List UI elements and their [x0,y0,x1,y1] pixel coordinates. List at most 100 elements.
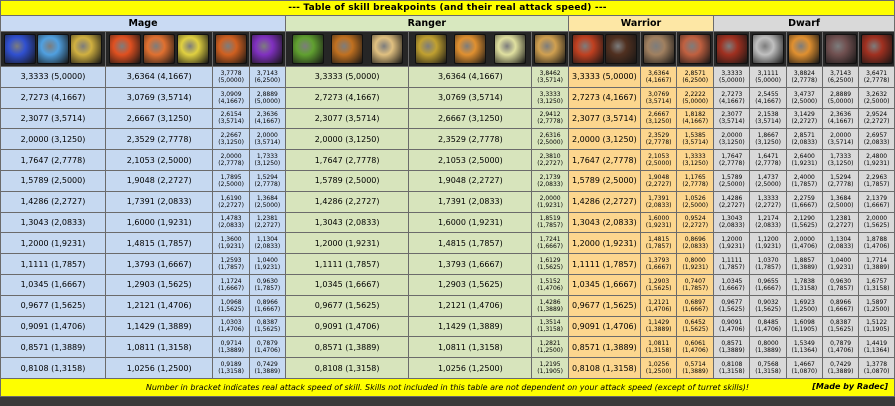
table-row: 1,0345 (1,6667) 1,2903 (1,5625) 1,1724 (1,6… [0,273,895,296]
warrior-cell-c-value: 1,5385 [684,132,706,140]
dwarf-cell-4-value: 0,9630 [830,277,852,285]
warrior-cell-c-value: 2,2222 [684,90,706,98]
mage-cell-b: 2,1053 (2,5000) [104,149,214,171]
mage-cell-c: 3,0909 (4,1667) [212,86,250,109]
warrior-cell-c-speed: (6,2500) [682,76,709,84]
dwarf-cell-1: 2,0000 (3,1250) [713,128,751,151]
dwarf-cell-5-value: 3,6471 [866,69,888,77]
ranger-trap-icon [493,34,526,64]
warrior-cell-c: 2,2222 (5,0000) [676,86,715,109]
dwarf-cell-5-speed: (1,1364) [863,347,890,355]
dwarf-cell-3-value: 2,2759 [793,194,815,202]
warrior-skill-icon-cell-2 [640,31,678,67]
dwarf-cell-4-value: 2,3636 [830,111,852,119]
ranger-cell-c: 1,8519 (1,7857) [531,211,569,234]
mage-cell-d: 1,2381 (2,2727) [248,211,286,234]
dwarf-cell-1-speed: (4,1667) [718,97,745,105]
warrior-cell-a: 0,8571 (1,3889) [567,336,642,359]
dwarf-cell-1: 0,9091 (1,4706) [713,315,751,338]
table-title: --- Table of skill breakpoints (and thei… [0,0,895,16]
dwarf-cell-4: 1,2381 (2,2727) [821,211,860,234]
mage-cell-c-speed: (4,1667) [218,97,244,105]
dwarf-cell-4: 0,7429 (1,3889) [821,357,860,379]
mage-cell-c-speed: (1,9231) [218,243,244,251]
warrior-cell-c: 1,3333 (3,1250) [676,149,715,171]
dwarf-cell-5-value: 1,5897 [866,298,888,306]
mage-cell-d-value: 1,2381 [256,215,278,223]
dwarf-cell-5: 2,9524 (2,2727) [858,107,895,130]
dwarf-cannon-icon [752,34,785,64]
mage-cell-c-speed: (2,5000) [218,180,244,188]
dwarf-cell-1: 1,4286 (2,2727) [713,190,751,213]
warrior-cell-c: 1,8182 (4,1667) [676,107,715,130]
mage-cell-c-speed: (3,5714) [218,118,244,126]
warrior-cell-a: 0,8108 (1,3158) [567,357,642,379]
table-row: 2,7273 (4,1667) 3,0769 (3,5714) 3,0909 (4,1… [0,86,895,109]
mage-meteor-icon [143,34,176,64]
ranger-cell-c-value: 1,8519 [539,215,561,223]
dwarf-cell-4-value: 2,0000 [830,132,852,140]
dwarf-cell-5-value: 3,2632 [866,90,888,98]
dwarf-cell-5: 2,6957 (2,0833) [858,128,895,151]
mage-cell-c-speed: (1,3158) [218,368,244,376]
dwarf-cell-1: 1,7647 (2,7778) [713,149,751,171]
mage-cell-d-value: 0,8966 [256,298,278,306]
mage-cell-c-speed: (1,4706) [218,326,244,334]
dwarf-shockwave-icon [860,34,893,64]
dwarf-cell-4-value: 0,8387 [830,319,852,327]
warrior-cell-c: 0,6897 (1,6667) [676,294,715,317]
table-row: 1,7647 (2,7778) 2,1053 (2,5000) 2,0000 (2,7… [0,149,895,171]
warrior-cell-c-speed: (2,5000) [682,201,709,209]
mage-cell-b: 2,3529 (2,7778) [104,128,214,151]
dwarf-cell-4-value: 1,1304 [830,236,852,244]
dwarf-cell-4: 0,8387 (1,5625) [821,315,860,338]
mage-cell-b: 1,2903 (1,5625) [104,273,214,296]
dwarf-cell-4-speed: (1,5625) [827,326,854,334]
warrior-cell-c-value: 1,3333 [684,153,706,161]
ranger-cell-c-value: 3,8462 [539,69,561,77]
dwarf-cell-5-speed: (1,3889) [863,264,890,272]
mage-cell-c-speed: (1,3889) [218,347,244,355]
dwarf-cell-1: 2,7273 (4,1667) [713,86,751,109]
dwarf-cell-1-speed: (5,0000) [718,76,745,84]
mage-cell-c-speed: (2,0833) [218,222,244,230]
dwarf-cell-5: 3,6471 (2,7778) [858,66,895,88]
dwarf-cell-2-value: 0,8485 [757,319,779,327]
dwarf-cell-5-speed: (2,2727) [863,118,890,126]
warrior-cell-c: 1,1765 (2,7778) [676,169,715,192]
ranger-cell-b: 1,7391 (2,0833) [408,190,533,213]
dwarf-cell-2-speed: (1,4706) [755,326,781,334]
dwarf-cell-2: 0,8000 (1,3889) [749,336,787,359]
dwarf-cell-1-speed: (3,5714) [718,118,745,126]
warrior-cell-c-value: 0,6452 [684,319,706,327]
dwarf-cell-4: 3,7143 (6,2500) [821,66,860,88]
warrior-cell-c: 1,5385 (3,5714) [676,128,715,151]
mage-cell-c-speed: (1,5625) [218,305,244,313]
mage-cell-c-speed: (1,6667) [218,284,244,292]
warrior-cell-b-value: 3,6364 [648,69,670,77]
mage-cell-c-value: 1,3600 [220,236,242,244]
ranger-cell-c-speed: (3,5714) [537,76,563,84]
table-row: 1,4286 (2,2727) 1,7391 (2,0833) 1,6190 (2,2… [0,190,895,213]
ranger-cell-a: 2,3077 (3,5714) [284,107,410,130]
dwarf-cell-5-speed: (1,1905) [863,326,890,334]
dwarf-cell-1-speed: (1,3158) [718,368,745,376]
ranger-cell-c-value: 1,4286 [539,298,561,306]
dwarf-cell-1-speed: (3,1250) [718,139,745,147]
dwarf-cell-5-speed: (1,2500) [863,305,890,313]
warrior-cell-a: 1,1111 (1,7857) [567,253,642,275]
dwarf-cell-4: 1,7333 (3,1250) [821,149,860,171]
warrior-cell-b: 1,1429 (1,3889) [640,315,678,338]
warrior-cell-b-value: 3,0769 [648,90,670,98]
mage-cell-a: 1,4286 (2,2727) [0,190,106,213]
dwarf-cell-2-speed: (2,5000) [755,180,781,188]
warrior-cell-b-speed: (1,3889) [645,326,672,334]
mage-cell-d-speed: (2,5000) [254,201,281,209]
mage-cell-d: 0,8387 (1,5625) [248,315,286,338]
dwarf-cell-4: 1,1304 (2,0833) [821,232,860,255]
mage-cell-b: 1,7391 (2,0833) [104,190,214,213]
ranger-cell-c: 1,2195 (1,1905) [531,357,569,379]
warrior-cell-c-speed: (2,0833) [682,243,709,251]
ranger-cell-b: 1,2903 (1,5625) [408,273,533,296]
dwarf-cell-3: 2,8571 (2,0833) [785,128,824,151]
